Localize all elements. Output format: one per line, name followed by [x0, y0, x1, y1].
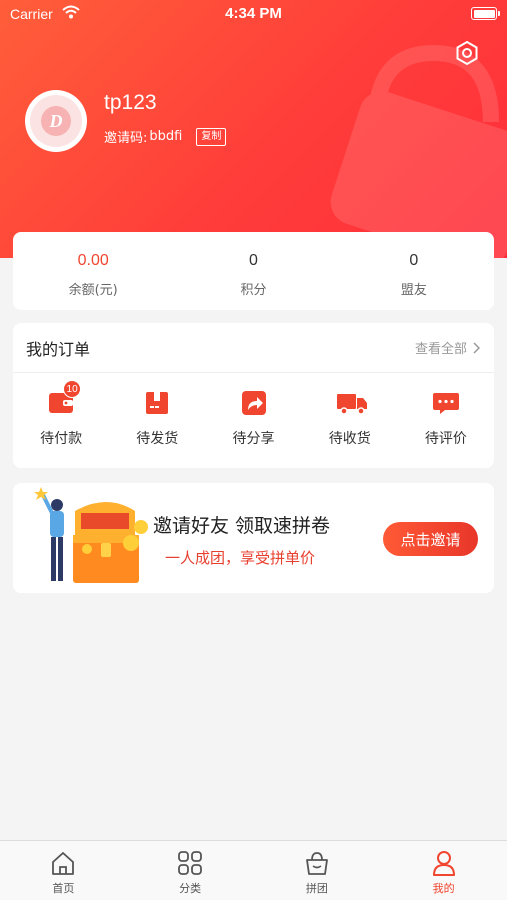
orders-title: 我的订单 — [26, 339, 91, 359]
bottom-tab-bar: 首页 分类 拼团 我的 — [0, 840, 507, 900]
my-orders-card: 我的订单 查看全部 10 待付款 待发货 待分享 待收货 待评价 — [13, 323, 494, 468]
avatar-logo-icon: D — [30, 95, 82, 147]
settings-icon[interactable] — [454, 40, 480, 66]
tab-home[interactable]: 首页 — [0, 841, 127, 900]
profile-header: Carrier 4:34 PM D tp123 邀请码: bbdfi 复制 — [0, 0, 507, 258]
order-status-label: 待付款 — [40, 431, 83, 447]
invite-friends-banner[interactable]: 邀请好友 领取速拼卷 一人成团，享受拼单价 点击邀请 — [13, 483, 494, 593]
order-status-label: 待发货 — [136, 431, 179, 447]
stat-label: 余额(元) — [68, 283, 118, 298]
view-all-orders-link[interactable]: 查看全部 — [415, 338, 480, 357]
invite-title: 邀请好友 领取速拼卷 — [153, 515, 331, 537]
stat-allies[interactable]: 0 盟友 — [334, 232, 494, 310]
invite-code-label: 邀请码: — [104, 131, 148, 146]
order-status-label: 待收货 — [328, 431, 371, 447]
stat-label: 积分 — [240, 283, 267, 298]
basket-icon — [305, 852, 328, 875]
stat-label: 盟友 — [400, 283, 427, 298]
invite-code-row: 邀请码: bbdfi 复制 — [104, 127, 227, 146]
orders-header: 我的订单 查看全部 — [13, 323, 494, 373]
stat-value: 0 — [409, 252, 419, 269]
truck-icon — [336, 394, 367, 415]
order-pending-receipt[interactable]: 待收货 — [302, 388, 398, 448]
status-bar: Carrier 4:34 PM — [0, 0, 507, 28]
invite-subtitle: 一人成团，享受拼单价 — [165, 549, 316, 567]
share-icon — [241, 391, 266, 415]
tab-label: 首页 — [52, 882, 75, 895]
treasure-chest-illustration — [34, 487, 148, 583]
clock: 4:34 PM — [225, 5, 282, 22]
stat-points[interactable]: 0 积分 — [173, 232, 333, 310]
tab-categories[interactable]: 分类 — [127, 841, 254, 900]
account-stats-card: 0.00 余额(元) 0 积分 0 盟友 — [13, 232, 494, 310]
stat-value: 0 — [249, 252, 258, 269]
invite-now-button[interactable]: 点击邀请 — [383, 522, 478, 556]
home-icon — [52, 852, 75, 875]
order-status-label: 待分享 — [232, 431, 275, 447]
order-status-row: 10 待付款 待发货 待分享 待收货 待评价 — [13, 373, 494, 448]
order-pending-review[interactable]: 待评价 — [398, 388, 494, 448]
package-icon — [146, 392, 169, 414]
tab-label: 拼团 — [305, 882, 328, 895]
comment-icon — [432, 393, 459, 414]
tab-mine[interactable]: 我的 — [380, 841, 507, 900]
tab-group-buy[interactable]: 拼团 — [254, 841, 381, 900]
tab-label: 我的 — [432, 882, 455, 895]
user-icon — [432, 851, 455, 876]
stat-balance[interactable]: 0.00 余额(元) — [13, 232, 173, 310]
stat-value: 0.00 — [77, 252, 109, 269]
order-status-label: 待评价 — [424, 431, 467, 447]
order-pending-share[interactable]: 待分享 — [205, 388, 301, 448]
username: tp123 — [104, 91, 157, 114]
invite-code-value: bbdfi — [149, 129, 183, 144]
avatar[interactable]: D — [25, 90, 87, 152]
order-pending-shipment[interactable]: 待发货 — [109, 388, 205, 448]
unpaid-count-badge: 10 — [63, 380, 82, 398]
chevron-right-icon — [473, 341, 480, 354]
view-all-label: 查看全部 — [414, 342, 467, 357]
tab-label: 分类 — [179, 882, 202, 895]
copy-button[interactable]: 复制 — [196, 127, 227, 146]
battery-icon — [471, 7, 500, 20]
grid-icon — [178, 851, 203, 875]
order-pending-payment[interactable]: 10 待付款 — [13, 380, 109, 448]
